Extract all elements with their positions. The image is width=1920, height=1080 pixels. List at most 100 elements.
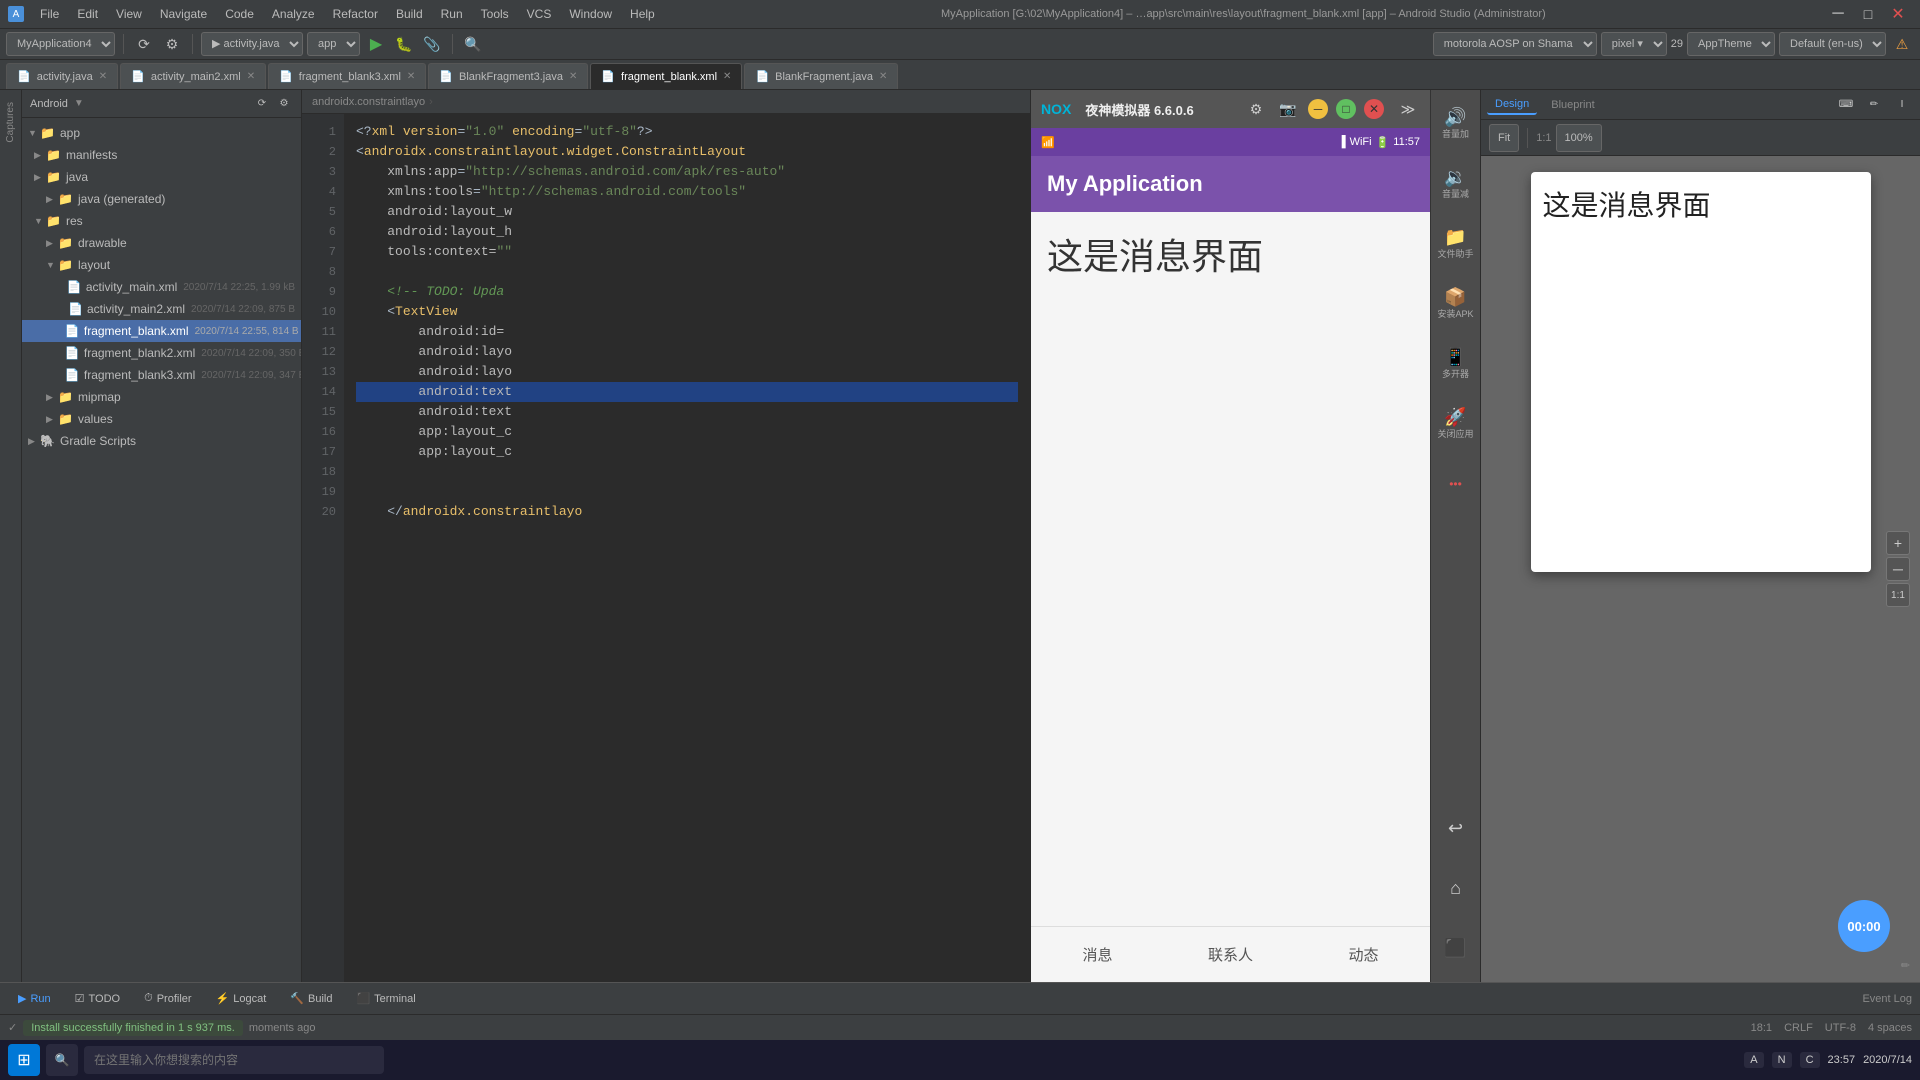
em-side-apk[interactable]: 📦 安装APK <box>1435 276 1477 332</box>
menu-build[interactable]: Build <box>388 4 431 24</box>
tree-item-activity-main2[interactable]: ▶ 📄 activity_main2.xml 2020/7/14 22:09, … <box>22 298 301 320</box>
todo-tool-btn[interactable]: ☑ TODO <box>65 987 130 1011</box>
menu-view[interactable]: View <box>108 4 150 24</box>
em-side-multi[interactable]: 📱 多开器 <box>1435 336 1477 392</box>
run-config-dropdown[interactable]: ▶ activity.java <box>201 32 303 56</box>
zoom-level-btn[interactable]: 100% <box>1556 124 1602 152</box>
search-taskbar-btn[interactable]: 🔍 <box>46 1044 78 1076</box>
tab-activity-main2[interactable]: 📄 activity_main2.xml ✕ <box>120 63 266 89</box>
tab-close-5[interactable]: ✕ <box>723 71 731 82</box>
preview-timer[interactable]: 00:00 <box>1838 900 1890 952</box>
em-side-more[interactable]: ••• <box>1435 456 1477 512</box>
taskbar-app-nox[interactable]: N <box>1772 1052 1792 1068</box>
phone-btn-moments[interactable]: 动态 <box>1297 927 1430 982</box>
menu-run[interactable]: Run <box>433 4 471 24</box>
zoom-fit-btn[interactable]: Fit <box>1489 124 1519 152</box>
run-btn[interactable]: ▶ <box>364 32 388 56</box>
attach-btn[interactable]: 📎 <box>420 32 444 56</box>
tree-item-fragment-blank2[interactable]: ▶ 📄 fragment_blank2.xml 2020/7/14 22:09,… <box>22 342 301 364</box>
build-tool-btn[interactable]: 🔨 Build <box>280 987 342 1011</box>
tab-blank-fragment-java[interactable]: 📄 BlankFragment.java ✕ <box>744 63 898 89</box>
right-tab-blueprint[interactable]: Blueprint <box>1543 96 1602 114</box>
taskbar-app-android[interactable]: A <box>1744 1052 1763 1068</box>
tree-item-drawable[interactable]: ▶ 📁 drawable <box>22 232 301 254</box>
keyboard-btn[interactable]: ⌨ <box>1834 93 1858 117</box>
right-tab-design[interactable]: Design <box>1487 95 1537 115</box>
menu-analyze[interactable]: Analyze <box>264 4 323 24</box>
warning-btn[interactable]: ⚠ <box>1890 32 1914 56</box>
start-btn[interactable]: ⊞ <box>8 1044 40 1076</box>
em-side-back[interactable]: ↩ <box>1435 800 1477 856</box>
project-dropdown[interactable]: MyApplication4 <box>6 32 115 56</box>
em-close-btn[interactable]: ✕ <box>1364 99 1384 119</box>
em-settings[interactable]: ⚙ <box>1244 97 1268 121</box>
taskbar-app-chrome[interactable]: C <box>1800 1052 1820 1068</box>
vert-tab-captures[interactable]: Captures <box>2 94 19 151</box>
tab-close-4[interactable]: ✕ <box>569 71 577 82</box>
tab-activity-java[interactable]: 📄 activity.java ✕ <box>6 63 118 89</box>
tree-item-layout[interactable]: ▼ 📁 layout <box>22 254 301 276</box>
api-dropdown[interactable]: pixel ▾ <box>1601 32 1667 56</box>
search-btn[interactable]: 🔍 <box>461 32 485 56</box>
em-side-file[interactable]: 📁 文件助手 <box>1435 216 1477 272</box>
logcat-tool-btn[interactable]: ⚡ Logcat <box>206 987 277 1011</box>
tree-item-gradle[interactable]: ▶ 🐘 Gradle Scripts <box>22 430 301 452</box>
code-editor[interactable]: 12345 678910 1112131415 1617181920 <?xml… <box>302 114 1030 982</box>
cursor-btn[interactable]: I <box>1890 93 1914 117</box>
tab-close-6[interactable]: ✕ <box>879 71 887 82</box>
em-side-recents[interactable]: ⬛ <box>1435 920 1477 976</box>
device-dropdown[interactable]: motorola AOSP on Shama <box>1433 32 1597 56</box>
menu-code[interactable]: Code <box>217 4 262 24</box>
window-minimize[interactable]: ─ <box>1824 0 1852 28</box>
tree-item-java-generated[interactable]: ▶ 📁 java (generated) <box>22 188 301 210</box>
em-minimize-btn[interactable]: ─ <box>1308 99 1328 119</box>
zoom-in-btn[interactable]: + <box>1886 531 1910 555</box>
em-screenshot[interactable]: 📷 <box>1276 97 1300 121</box>
phone-btn-msg[interactable]: 消息 <box>1031 927 1164 982</box>
run-tool-btn[interactable]: ▶ Run <box>8 987 61 1011</box>
menu-refactor[interactable]: Refactor <box>325 4 386 24</box>
sync-btn[interactable]: ⟳ <box>132 32 156 56</box>
tree-item-manifests[interactable]: ▶ 📁 manifests <box>22 144 301 166</box>
event-log-btn[interactable]: Event Log <box>1862 993 1912 1005</box>
taskbar-search-input[interactable] <box>84 1046 384 1074</box>
theme-dropdown[interactable]: AppTheme <box>1687 32 1775 56</box>
tree-item-values[interactable]: ▶ 📁 values <box>22 408 301 430</box>
code-text[interactable]: <?xml version="1.0" encoding="utf-8"?> <… <box>344 114 1030 982</box>
debug-btn[interactable]: 🐛 <box>392 32 416 56</box>
menu-vcs[interactable]: VCS <box>519 4 560 24</box>
window-close[interactable]: ✕ <box>1884 0 1912 28</box>
tree-item-app[interactable]: ▼ 📁 app <box>22 122 301 144</box>
em-restore-btn[interactable]: □ <box>1336 99 1356 119</box>
menu-help[interactable]: Help <box>622 4 663 24</box>
em-side-close-app[interactable]: 🚀 关闭应用 <box>1435 396 1477 452</box>
menu-navigate[interactable]: Navigate <box>152 4 215 24</box>
sidebar-dropdown-icon[interactable]: ▼ <box>74 98 84 109</box>
menu-tools[interactable]: Tools <box>473 4 517 24</box>
sidebar-settings-btn[interactable]: ⚙ <box>275 95 293 113</box>
menu-window[interactable]: Window <box>561 4 620 24</box>
tab-fragment-blank3-xml[interactable]: 📄 fragment_blank3.xml ✕ <box>268 63 426 89</box>
profiler-tool-btn[interactable]: ⏱ Profiler <box>134 987 201 1011</box>
em-side-volume-up[interactable]: 🔊 音量加 <box>1435 96 1477 152</box>
zoom-out-btn[interactable]: ─ <box>1886 557 1910 581</box>
settings-btn[interactable]: ⚙ <box>160 32 184 56</box>
locale-dropdown[interactable]: Default (en-us) <box>1779 32 1886 56</box>
tree-item-activity-main[interactable]: ▶ 📄 activity_main.xml 2020/7/14 22:25, 1… <box>22 276 301 298</box>
sidebar-sync-btn[interactable]: ⟳ <box>253 95 271 113</box>
tab-close-1[interactable]: ✕ <box>99 71 107 82</box>
tree-item-fragment-blank3[interactable]: ▶ 📄 fragment_blank3.xml 2020/7/14 22:09,… <box>22 364 301 386</box>
tree-item-java[interactable]: ▶ 📁 java <box>22 166 301 188</box>
tree-item-fragment-blank[interactable]: ▶ 📄 fragment_blank.xml 2020/7/14 22:55, … <box>22 320 301 342</box>
tree-item-mipmap[interactable]: ▶ 📁 mipmap <box>22 386 301 408</box>
window-restore[interactable]: □ <box>1854 0 1882 28</box>
module-dropdown[interactable]: app <box>307 32 360 56</box>
terminal-tool-btn[interactable]: ⬛ Terminal <box>346 987 425 1011</box>
em-side-volume-down[interactable]: 🔉 音量减 <box>1435 156 1477 212</box>
em-expand-btn[interactable]: ≫ <box>1396 97 1420 121</box>
em-side-home[interactable]: ⌂ <box>1435 860 1477 916</box>
tree-item-res[interactable]: ▼ 📁 res <box>22 210 301 232</box>
menu-edit[interactable]: Edit <box>69 4 106 24</box>
phone-btn-contacts[interactable]: 联系人 <box>1164 927 1297 982</box>
zoom-reset-btn[interactable]: 1:1 <box>1886 583 1910 607</box>
